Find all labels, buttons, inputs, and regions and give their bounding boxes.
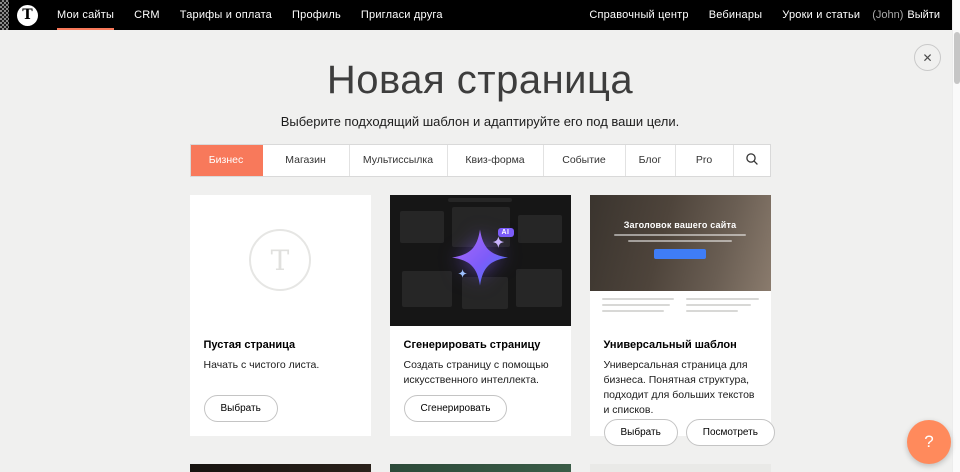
preview-text-line xyxy=(628,240,732,242)
close-button[interactable]: ✕ xyxy=(914,44,941,71)
question-mark-icon: ? xyxy=(924,432,933,452)
template-tabbar: Бизнес Магазин Мультиссылка Квиз-форма С… xyxy=(190,144,771,177)
preview-text-line xyxy=(686,310,738,313)
template-card-universal: Заголовок вашего сайта xyxy=(590,195,771,436)
card-description: Начать с чистого листа. xyxy=(204,358,357,373)
nav-item-profile[interactable]: Профиль xyxy=(282,0,351,30)
nav-item-lessons[interactable]: Уроки и статьи xyxy=(772,0,870,30)
tab-blog[interactable]: Блог xyxy=(626,145,676,176)
preview-cta-button xyxy=(654,249,706,259)
template-card-preview[interactable] xyxy=(190,464,371,472)
tilda-logo[interactable]: T xyxy=(9,0,47,30)
nav-item-my-sites[interactable]: Мои сайты xyxy=(47,0,124,30)
template-card-blank: T Пустая страница Начать с чистого листа… xyxy=(190,195,371,436)
tab-pro[interactable]: Pro xyxy=(676,145,734,176)
preview-text-line xyxy=(686,304,751,307)
card-actions: Выбрать Посмотреть xyxy=(604,419,757,446)
preview-text-line xyxy=(686,298,759,301)
template-grid: T Пустая страница Начать с чистого листа… xyxy=(190,195,771,436)
template-card-preview[interactable] xyxy=(590,464,771,472)
template-card-preview[interactable] xyxy=(390,464,571,472)
ai-badge: AI xyxy=(498,228,514,237)
generate-button[interactable]: Сгенерировать xyxy=(404,395,508,422)
ghost-thumbnail xyxy=(516,269,562,307)
navbar-right-menu: Справочный центр Вебинары Уроки и статьи… xyxy=(579,0,952,30)
preview-text-column xyxy=(602,298,675,326)
tilda-logo-letter: T xyxy=(17,5,38,26)
card-description: Универсальная страница для бизнеса. Поня… xyxy=(604,358,757,419)
nav-item-crm[interactable]: CRM xyxy=(124,0,170,30)
nav-item-help-center[interactable]: Справочный центр xyxy=(579,0,698,30)
choose-blank-button[interactable]: Выбрать xyxy=(204,395,278,422)
preview-text-column xyxy=(686,298,759,326)
ghost-titlebar xyxy=(448,198,512,202)
tab-search[interactable] xyxy=(734,145,770,176)
page-title: Новая страница xyxy=(0,58,960,103)
preview-hero-section: Заголовок вашего сайта xyxy=(590,195,771,291)
tab-business[interactable]: Бизнес xyxy=(191,145,263,176)
preview-text-line xyxy=(602,298,675,301)
card-body: Пустая страница Начать с чистого листа. … xyxy=(190,326,371,436)
template-grid-next-row xyxy=(190,464,771,472)
view-universal-button[interactable]: Посмотреть xyxy=(686,419,775,446)
preview-text-line xyxy=(614,234,746,236)
screen: T Мои сайты CRM Тарифы и оплата Профиль … xyxy=(0,0,960,472)
corner-pattern-decoration xyxy=(0,0,9,30)
scrollbar-track xyxy=(952,0,960,472)
tab-store[interactable]: Магазин xyxy=(263,145,350,176)
card-description: Создать страницу с помощью искусственног… xyxy=(404,358,557,388)
navbar-left-menu: Мои сайты CRM Тарифы и оплата Профиль Пр… xyxy=(47,0,453,30)
blank-template-preview[interactable]: T xyxy=(190,195,371,326)
card-title: Пустая страница xyxy=(204,339,357,351)
card-actions: Сгенерировать xyxy=(404,395,557,422)
tab-quiz-form[interactable]: Квиз-форма xyxy=(448,145,544,176)
ghost-thumbnail xyxy=(400,211,444,243)
ghost-thumbnail xyxy=(402,271,452,307)
preview-text-section xyxy=(590,291,771,326)
nav-item-webinars[interactable]: Вебинары xyxy=(699,0,773,30)
card-actions: Выбрать xyxy=(204,395,357,422)
tab-event[interactable]: Событие xyxy=(544,145,626,176)
top-navbar: T Мои сайты CRM Тарифы и оплата Профиль … xyxy=(0,0,952,30)
help-button[interactable]: ? xyxy=(907,420,951,464)
ai-template-preview[interactable]: AI xyxy=(390,195,571,326)
preview-hero-heading: Заголовок вашего сайта xyxy=(624,220,737,230)
tilda-watermark-icon: T xyxy=(249,229,311,291)
navbar-spacer xyxy=(453,0,580,30)
nav-item-invite-friend[interactable]: Пригласи друга xyxy=(351,0,453,30)
logout-link[interactable]: Выйти xyxy=(907,9,940,21)
scrollbar-thumb[interactable] xyxy=(954,32,960,84)
account-area: (John) Выйти xyxy=(870,0,952,30)
choose-universal-button[interactable]: Выбрать xyxy=(604,419,678,446)
ai-sparkle-icon xyxy=(451,229,509,292)
close-icon: ✕ xyxy=(922,52,932,64)
search-icon xyxy=(745,152,759,169)
card-body: Сгенерировать страницу Создать страницу … xyxy=(390,326,571,436)
ghost-thumbnail xyxy=(518,215,562,243)
preview-text-line xyxy=(602,310,664,313)
preview-text-line xyxy=(602,304,670,307)
account-name: (John) xyxy=(872,9,903,21)
tab-multilink[interactable]: Мультиссылка xyxy=(350,145,448,176)
page-subtitle: Выберите подходящий шаблон и адаптируйте… xyxy=(0,114,960,129)
card-body: Универсальный шаблон Универсальная стран… xyxy=(590,326,771,460)
card-title: Сгенерировать страницу xyxy=(404,339,557,351)
universal-template-preview[interactable]: Заголовок вашего сайта xyxy=(590,195,771,326)
nav-item-pricing[interactable]: Тарифы и оплата xyxy=(170,0,282,30)
template-card-ai-generate: AI Сгенерировать страницу Создать страни… xyxy=(390,195,571,436)
card-title: Универсальный шаблон xyxy=(604,339,757,351)
